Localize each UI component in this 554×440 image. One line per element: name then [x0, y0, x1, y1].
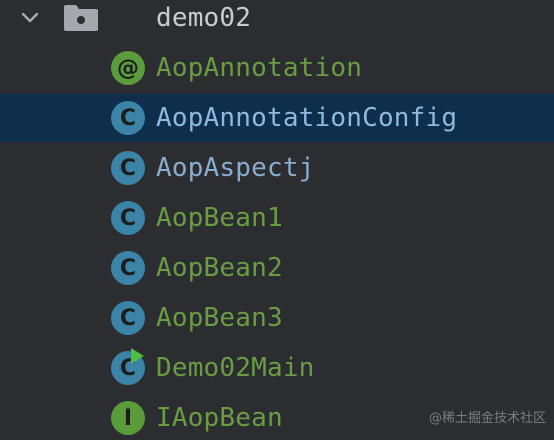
tree-item-label: AopBean1 — [156, 203, 283, 233]
tree-item-aop-annotation[interactable]: @ AopAnnotation — [0, 44, 554, 92]
class-icon-glyph: C — [119, 255, 137, 281]
class-icon: C — [111, 151, 145, 185]
tree-item-aop-bean1[interactable]: C AopBean1 — [0, 194, 554, 242]
interface-icon: I — [111, 401, 145, 435]
chevron-down-icon[interactable] — [18, 6, 42, 30]
tree-item-label: AopBean3 — [156, 303, 283, 333]
interface-icon-glyph: I — [123, 405, 133, 431]
tree-item-aop-bean3[interactable]: C AopBean3 — [0, 294, 554, 342]
tree-item-label: AopAspectj — [156, 153, 315, 183]
class-icon-glyph: C — [119, 105, 137, 131]
class-icon: C — [111, 201, 145, 235]
class-icon: C — [111, 251, 145, 285]
tree-item-label: IAopBean — [156, 403, 283, 433]
tree-item-demo02-main[interactable]: C Demo02Main — [0, 344, 554, 392]
tree-item-aop-bean2[interactable]: C AopBean2 — [0, 244, 554, 292]
class-icon-glyph: C — [119, 205, 137, 231]
annotation-icon: @ — [111, 51, 145, 85]
package-folder-icon — [63, 4, 99, 36]
project-tree: demo02 @ AopAnnotation C AopAnnotationCo… — [0, 0, 554, 440]
class-icon: C — [111, 301, 145, 335]
class-icon-glyph: C — [119, 305, 137, 331]
annotation-icon-glyph: @ — [117, 55, 139, 81]
tree-item-label: Demo02Main — [156, 353, 315, 383]
tree-item-label: AopAnnotation — [156, 53, 363, 83]
class-icon: C — [111, 101, 145, 135]
tree-item-aop-aspectj[interactable]: C AopAspectj — [0, 144, 554, 192]
package-row-demo02[interactable]: demo02 — [0, 0, 554, 42]
package-label: demo02 — [156, 3, 252, 33]
class-icon-glyph: C — [119, 155, 137, 181]
watermark: @稀土掘金技术社区 — [428, 411, 546, 426]
tree-item-label: AopBean2 — [156, 253, 283, 283]
run-marker-icon — [131, 348, 144, 364]
tree-item-label: AopAnnotationConfig — [156, 103, 458, 133]
tree-item-aop-annotation-config[interactable]: C AopAnnotationConfig — [0, 94, 554, 142]
